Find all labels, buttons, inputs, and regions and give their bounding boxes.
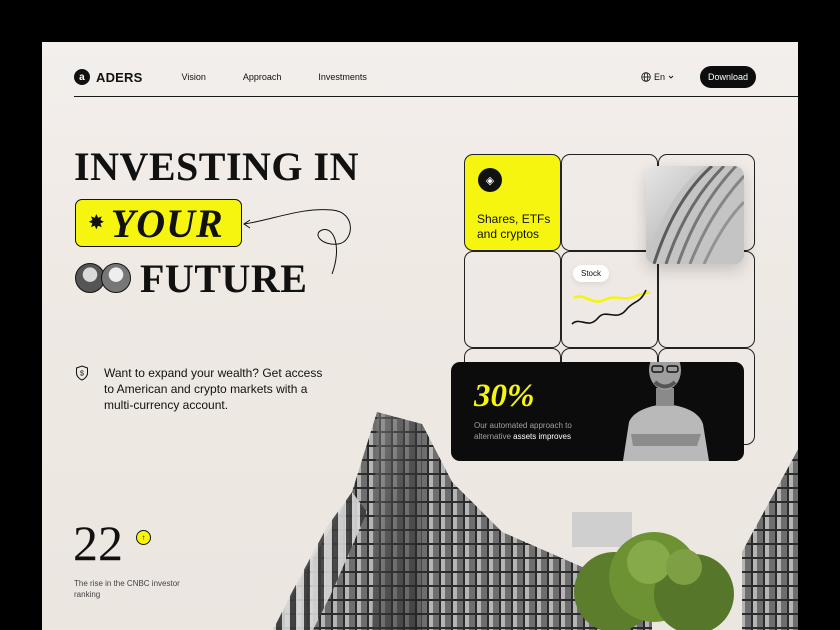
grid-cell [561, 154, 658, 251]
tree-image [574, 532, 734, 630]
person-photo [623, 362, 709, 461]
grid-cell [464, 251, 561, 348]
promo-text-highlight: assets improves [513, 432, 571, 441]
download-button[interactable]: Download [700, 66, 756, 88]
language-label: En [653, 72, 665, 82]
nav-link-approach[interactable]: Approach [243, 72, 282, 82]
stock-label: Stock [573, 265, 610, 282]
logo[interactable]: a ADERS [74, 69, 143, 85]
top-nav: a ADERS Vision Approach Investments En D… [74, 58, 756, 96]
svg-text:$: $ [80, 371, 84, 378]
nav-right: En Download [641, 66, 756, 88]
avatar [101, 263, 131, 293]
investor-avatars [75, 263, 131, 293]
hero-highlight-word: YOUR [110, 200, 224, 246]
shield-icon: $ [76, 365, 88, 381]
stat-caption: The rise in the CNBC investor ranking [74, 579, 180, 599]
crypto-coin-icon: ◈ [478, 168, 502, 192]
asset-card-text: Shares, ETFs and cryptos [477, 212, 551, 241]
promo-percent: 30% [474, 378, 535, 414]
nav-links: Vision Approach Investments [182, 72, 367, 82]
arrow-up-icon: ↑ [136, 530, 151, 545]
nav-link-investments[interactable]: Investments [318, 72, 367, 82]
architecture-image [646, 166, 744, 264]
hero-line-3: FUTURE [140, 256, 308, 301]
promo-text: Our automated approach to alternative as… [474, 420, 604, 442]
brand-name: ADERS [96, 69, 143, 85]
stock-trend-line [571, 289, 651, 325]
promo-card[interactable]: 30% Our automated approach to alternativ… [451, 362, 744, 461]
grid-cell [658, 251, 755, 348]
nav-link-vision[interactable]: Vision [182, 72, 206, 82]
language-selector[interactable]: En [641, 72, 674, 82]
hero-highlight-box: ✸ YOUR [75, 199, 242, 247]
logo-mark: a [74, 69, 90, 85]
stat-value: 22 [73, 515, 123, 571]
chevron-down-icon [668, 75, 674, 79]
landing-page: a ADERS Vision Approach Investments En D… [42, 42, 798, 630]
globe-icon [641, 72, 651, 82]
sparkle-icon: ✸ [88, 212, 105, 234]
nav-divider [74, 96, 798, 97]
hero-line-1: INVESTING IN [74, 144, 359, 189]
asset-card[interactable]: ◈ Shares, ETFs and cryptos [464, 154, 561, 251]
